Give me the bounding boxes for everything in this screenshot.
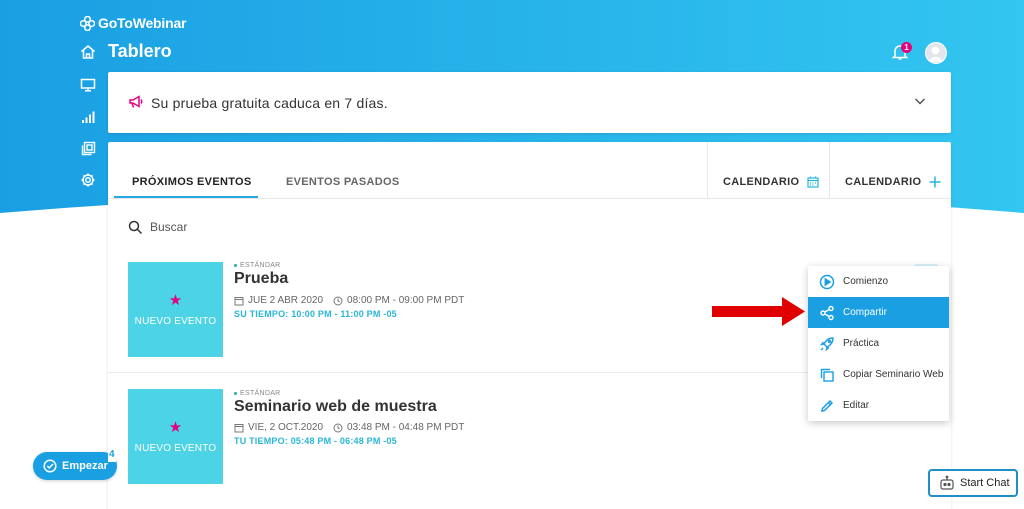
get-started-count: 4 [108, 448, 116, 462]
event-schedule: VIE, 2 OCT.2020 03:48 PM - 04:48 PM PDT [234, 422, 464, 433]
bar-chart-icon [82, 111, 95, 123]
event-schedule: JUE 2 ABR 2020 08:00 PM - 09:00 PM PDT [234, 295, 464, 306]
add-calendar-button[interactable]: CALENDARIO [845, 176, 941, 188]
tabs-divider [108, 198, 951, 199]
event-type-label: ESTÁNDAR [240, 390, 281, 397]
share-icon [819, 305, 835, 321]
page-title: Tablero [108, 41, 172, 61]
event-thumbnail-label: NUEVO EVENTO [134, 442, 217, 454]
calendar-icon [234, 423, 244, 432]
event-title[interactable]: Seminario web de muestra [234, 398, 437, 416]
search-icon [128, 220, 143, 235]
home-icon [81, 45, 95, 59]
tab-upcoming-events[interactable]: PRÓXIMOS EVENTOS [132, 176, 252, 188]
menu-item-start[interactable]: Comienzo [808, 266, 949, 297]
start-chat-label: Start Chat [960, 477, 1010, 489]
search-input[interactable] [150, 220, 450, 234]
logo-text: GoToWebinar [98, 15, 187, 31]
divider [829, 142, 830, 198]
event-time: 08:00 PM - 09:00 PM PDT [347, 295, 465, 306]
chat-bot-icon [940, 475, 954, 490]
divider [707, 142, 708, 198]
annotation-arrow-icon [712, 297, 805, 326]
event-date: VIE, 2 OCT.2020 [248, 422, 324, 433]
app-logo[interactable]: GoToWebinar [80, 15, 186, 31]
menu-item-label: Compartir [843, 307, 887, 318]
megaphone-icon [129, 95, 143, 108]
calendar-view-button[interactable]: CALENDARIO [723, 176, 819, 188]
logo-flower-icon [80, 15, 95, 31]
menu-item-edit[interactable]: Editar [808, 390, 949, 421]
status-dot-icon [234, 264, 237, 267]
event-thumbnail-label: NUEVO EVENTO [134, 315, 217, 327]
event-type: ESTÁNDAR [234, 390, 281, 397]
event-type: ESTÁNDAR [234, 262, 281, 269]
event-thumbnail[interactable]: ★ NUEVO EVENTO [128, 262, 223, 357]
avatar[interactable] [925, 42, 947, 64]
sidebar-item-home[interactable] [79, 43, 97, 61]
get-started-label: Empezar [62, 460, 108, 472]
star-icon: ★ [168, 418, 183, 436]
menu-item-label: Copiar Seminario Web [843, 369, 944, 380]
sidebar-item-recordings[interactable] [79, 140, 97, 158]
calendar-view-label: CALENDARIO [723, 176, 800, 188]
menu-item-copy-webinar[interactable]: Copiar Seminario Web [808, 359, 949, 390]
calendar-icon [234, 296, 244, 305]
play-circle-icon [819, 274, 835, 290]
event-time: 03:48 PM - 04:48 PM PDT [347, 422, 465, 433]
add-calendar-label: CALENDARIO [845, 176, 922, 188]
monitor-icon [80, 78, 96, 92]
event-thumbnail[interactable]: ★ NUEVO EVENTO [128, 389, 223, 484]
check-circle-icon [43, 459, 57, 473]
event-date: JUE 2 ABR 2020 [248, 295, 324, 306]
menu-item-label: Editar [843, 400, 870, 411]
event-title[interactable]: Prueba [234, 270, 288, 288]
event-actions-menu: Comienzo Compartir Práctica Copiar Semin… [808, 266, 949, 421]
trial-message: Su prueba gratuita caduca en 7 días. [151, 95, 388, 111]
event-local-time: SU TIEMPO: 10:00 PM - 11:00 PM -05 [234, 309, 397, 319]
clock-icon [333, 296, 343, 305]
rocket-icon [819, 336, 835, 352]
user-avatar-icon [927, 46, 944, 62]
plus-icon [929, 176, 941, 188]
pencil-icon [819, 398, 835, 414]
start-chat-button[interactable]: Start Chat [928, 469, 1018, 497]
menu-item-practice[interactable]: Práctica [808, 328, 949, 359]
copy-icon [819, 367, 835, 383]
event-local-time: TU TIEMPO: 05:48 PM - 06:48 PM -05 [234, 436, 397, 446]
gear-icon [81, 173, 95, 187]
menu-item-label: Práctica [843, 338, 880, 349]
tab-past-events[interactable]: EVENTOS PASADOS [286, 176, 400, 188]
star-icon: ★ [168, 291, 183, 309]
calendar-icon [807, 176, 819, 188]
clock-icon [333, 423, 343, 432]
get-started-button[interactable]: Empezar [33, 452, 117, 480]
menu-item-label: Comienzo [843, 276, 889, 287]
sidebar-item-webinars[interactable] [79, 76, 97, 94]
sidebar-item-analytics[interactable] [79, 108, 97, 126]
notification-badge: 1 [901, 42, 912, 53]
recordings-icon [81, 141, 96, 156]
chevron-down-icon[interactable] [913, 94, 927, 108]
sidebar-item-settings[interactable] [79, 171, 97, 189]
menu-item-share[interactable]: Compartir [808, 297, 949, 328]
trial-banner[interactable]: Su prueba gratuita caduca en 7 días. [108, 72, 951, 133]
status-dot-icon [234, 392, 237, 395]
event-type-label: ESTÁNDAR [240, 262, 281, 269]
